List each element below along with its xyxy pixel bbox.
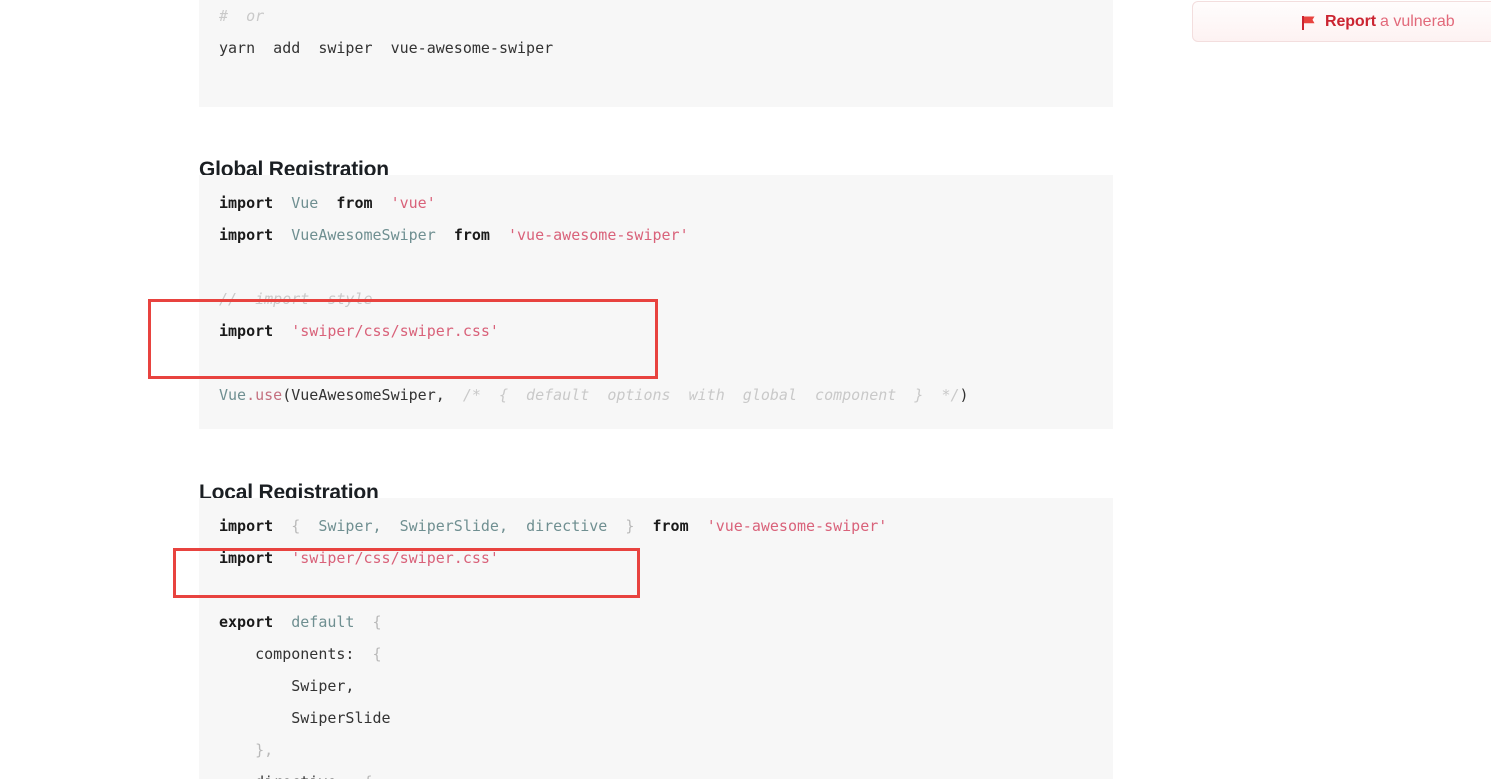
code-token-prop: use [255, 386, 283, 404]
code-token-kw: from [453, 226, 490, 244]
code-block-install[interactable]: # or yarn add swiper vue-awesome-swiper [199, 0, 1113, 107]
page-root: Report a vulnerab # or yarn add swiper vu… [0, 0, 1491, 779]
code-token-ident: SwiperSlide, [399, 517, 508, 535]
code-line: SwiperSlide [219, 702, 1093, 734]
code-line: Swiper, [219, 670, 1093, 702]
code-token-comment: # or [219, 7, 265, 25]
code-line: Vue.use(VueAwesomeSwiper, /* { default o… [219, 379, 1093, 411]
code-token-kw: import [219, 517, 274, 535]
code-line: components: { [219, 638, 1093, 670]
code-token-str: 'vue-awesome-swiper' [508, 226, 689, 244]
code-token-plain: yarn add swiper vue-awesome-swiper [219, 39, 554, 57]
code-token-plain: SwiperSlide [219, 709, 391, 727]
report-vulnerability-banner[interactable]: Report a vulnerab [1192, 1, 1491, 42]
code-token-plain: ) [959, 386, 969, 404]
code-token-kw: import [219, 194, 274, 212]
code-token-kw: export [219, 613, 274, 631]
code-token-str: 'vue-awesome-swiper' [706, 517, 888, 535]
code-line: }, [219, 734, 1093, 766]
code-token-ident: Vue [219, 386, 247, 404]
code-token-punc: { [291, 517, 301, 535]
code-line: import 'swiper/css/swiper.css' [219, 542, 1093, 574]
code-line: export default { [219, 606, 1093, 638]
code-token-str: 'vue' [390, 194, 436, 212]
code-lines: import Vue from 'vue' import VueAwesomeSw… [219, 187, 1093, 411]
code-line: # or [219, 0, 1093, 32]
code-block-global-registration[interactable]: import Vue from 'vue' import VueAwesomeSw… [199, 175, 1113, 429]
code-token-ident: Vue [291, 194, 319, 212]
code-token-comment: // import style [219, 290, 373, 308]
report-sublabel: a vulnerab [1379, 12, 1455, 30]
code-token-ident: Swiper, [318, 517, 382, 535]
code-token-kw: import [219, 226, 274, 244]
code-token-plain: components: [219, 645, 373, 663]
code-token-kw: from [652, 517, 689, 535]
code-token-ident: default [291, 613, 355, 631]
code-token-plain: (VueAwesomeSwiper, [282, 386, 463, 404]
code-token-prop: . [246, 386, 256, 404]
code-token-kw: import [219, 549, 274, 567]
code-token-plain: directive: [219, 773, 364, 779]
code-token-str: 'swiper/css/swiper.css' [291, 322, 499, 340]
code-token-ident: VueAwesomeSwiper [291, 226, 436, 244]
code-token-punc: { [364, 773, 373, 779]
code-line: import Vue from 'vue' [219, 187, 1093, 219]
code-token-str: 'swiper/css/swiper.css' [291, 549, 499, 567]
code-token-punc: }, [219, 741, 274, 759]
code-token-kw: from [336, 194, 373, 212]
code-line: directive: { [219, 766, 1093, 779]
code-line: // import style [219, 283, 1093, 315]
flag-icon [1301, 15, 1317, 31]
code-line: import 'swiper/css/swiper.css' [219, 315, 1093, 347]
code-token-comment: /* { default options with global compone… [462, 386, 960, 404]
code-lines: # or yarn add swiper vue-awesome-swiper [219, 0, 1093, 64]
code-token-plain: Swiper, [219, 677, 355, 695]
code-line: yarn add swiper vue-awesome-swiper [219, 32, 1093, 64]
code-block-local-registration[interactable]: import { Swiper, SwiperSlide, directive … [199, 498, 1113, 779]
code-token-ident: directive [526, 517, 608, 535]
code-token-punc: { [372, 645, 382, 663]
code-token-punc: { [372, 613, 382, 631]
code-lines: import { Swiper, SwiperSlide, directive … [219, 510, 1093, 779]
code-line: import VueAwesomeSwiper from 'vue-awesom… [219, 219, 1093, 251]
report-label: Report [1325, 12, 1376, 30]
code-line: import { Swiper, SwiperSlide, directive … [219, 510, 1093, 542]
code-token-kw: import [219, 322, 274, 340]
